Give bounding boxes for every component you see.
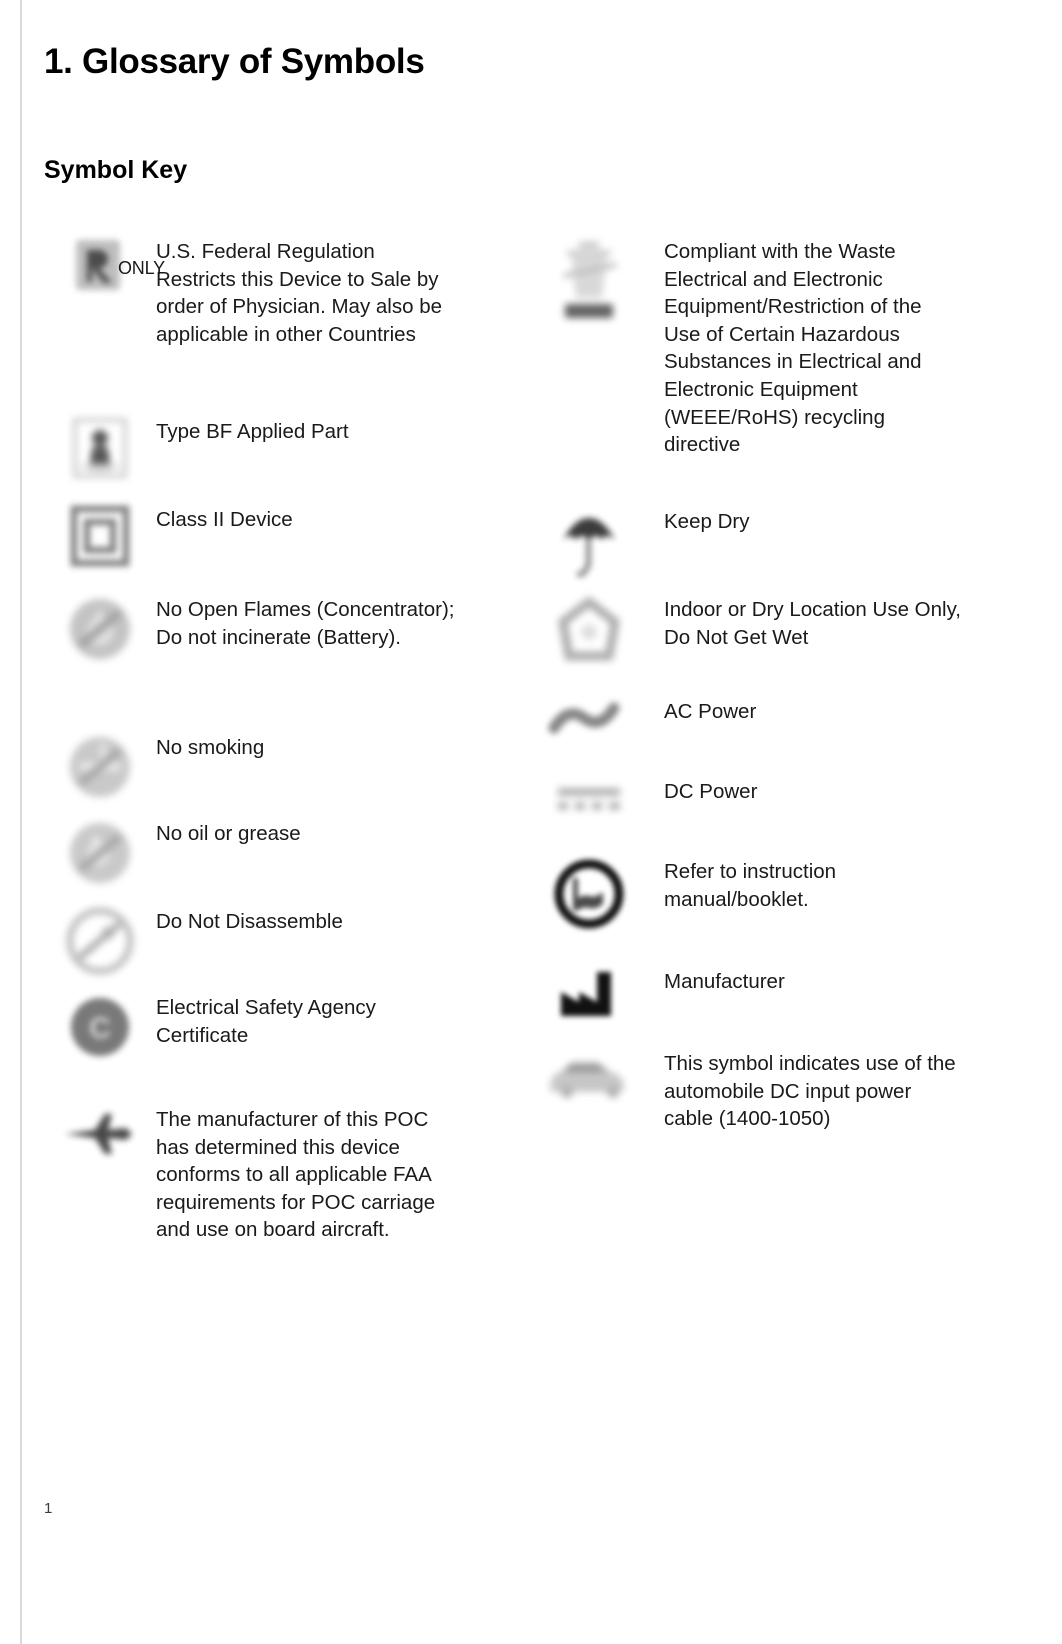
page-title: 1. Glossary of Symbols	[44, 42, 425, 81]
symbol-graphic-cell	[514, 236, 664, 336]
symbol-graphic-cell	[44, 818, 156, 888]
symbol-graphic-cell: ONLY	[44, 236, 165, 298]
symbol-description: Refer to instruction manual/booklet.	[664, 860, 837, 911]
symbol-entry-rx-only: ONLY U.S. Federal Regulation Restricts t…	[44, 236, 456, 348]
symbol-graphic-cell	[514, 594, 664, 666]
symbol-description: DC Power	[664, 780, 758, 803]
symbol-entry-no-oil-or-grease: No oil or grease	[44, 818, 301, 888]
indoor-dry-location-icon	[558, 596, 620, 661]
symbol-entry-indoor-dry-location: Indoor or Dry Location Use Only, Do Not …	[514, 594, 964, 666]
symbol-entry-no-smoking: No smoking	[44, 732, 264, 802]
symbol-entry-do-not-disassemble: Do Not Disassemble	[44, 906, 343, 976]
airplane-faa-icon	[65, 1114, 132, 1154]
symbol-description: No Open Flames (Concentrator); Do not in…	[156, 598, 455, 649]
symbol-description: AC Power	[664, 700, 757, 723]
symbol-graphic-cell: C	[44, 992, 156, 1062]
manufacturer-factory-icon	[561, 972, 611, 1016]
symbol-graphic-cell	[44, 594, 156, 664]
symbol-entry-class-ii: Class II Device	[44, 504, 293, 570]
symbol-description: The manufacturer of this POC has determi…	[156, 1108, 436, 1242]
refer-to-instruction-manual-icon	[554, 859, 624, 929]
no-open-flames-icon	[70, 599, 130, 659]
electrical-safety-agency-certificate-icon: C	[71, 998, 129, 1056]
symbol-entry-faa-airplane: The manufacturer of this POC has determi…	[44, 1104, 456, 1244]
section-heading: Symbol Key	[44, 156, 188, 184]
class-ii-device-icon	[70, 505, 130, 567]
page-number: 1	[44, 1500, 53, 1517]
do-not-disassemble-icon	[66, 907, 134, 975]
symbol-graphic-cell	[44, 732, 156, 802]
symbol-entry-no-open-flames: No Open Flames (Concentrator); Do not in…	[44, 594, 456, 664]
symbol-description: Type BF Applied Part	[156, 420, 349, 443]
symbol-entry-dc-power: DC Power	[514, 776, 757, 820]
symbol-description: Keep Dry	[664, 510, 750, 533]
automobile-dc-input-icon	[549, 1062, 625, 1098]
symbol-graphic-cell	[514, 506, 664, 582]
symbol-description: Do Not Disassemble	[156, 910, 343, 933]
symbol-graphic-cell	[44, 416, 156, 482]
symbol-graphic-cell	[44, 906, 156, 976]
keep-dry-umbrella-icon	[563, 518, 615, 577]
symbol-entry-type-bf: Type BF Applied Part	[44, 416, 349, 482]
symbol-entry-ac-power: AC Power	[514, 696, 756, 744]
symbol-entry-weee-rohs: Compliant with the Waste Electrical and …	[514, 236, 936, 459]
symbol-description: Class II Device	[156, 508, 293, 531]
symbol-graphic-cell	[44, 504, 156, 570]
weee-crossed-out-bin-icon	[563, 242, 618, 318]
symbol-graphic-cell	[514, 776, 664, 820]
symbol-description: This symbol indicates use of the automob…	[664, 1052, 956, 1131]
symbol-graphic-cell	[514, 856, 664, 932]
dc-power-icon	[558, 788, 620, 810]
symbol-entry-manufacturer: Manufacturer	[514, 966, 785, 1024]
symbol-graphic-cell	[514, 696, 664, 744]
symbol-entry-keep-dry: Keep Dry	[514, 506, 749, 582]
type-bf-applied-part-icon	[73, 418, 127, 478]
page-left-rule	[20, 0, 22, 1644]
symbol-graphic-cell	[514, 966, 664, 1024]
symbol-entry-electrical-safety-certificate: C Electrical Safety Agency Certificate	[44, 992, 456, 1062]
symbol-description: U.S. Federal Regulation Restricts this D…	[156, 240, 442, 346]
symbol-description: No smoking	[156, 736, 265, 759]
symbol-graphic-cell	[514, 1048, 664, 1102]
document-page: 1. Glossary of Symbols Symbol Key ONLY U…	[0, 0, 1062, 1644]
symbol-entry-refer-to-manual: Refer to instruction manual/booklet.	[514, 856, 964, 932]
ac-power-icon	[548, 702, 620, 734]
symbol-description: Electrical Safety Agency Certificate	[156, 996, 376, 1047]
svg-text:C: C	[89, 1012, 111, 1045]
no-oil-or-grease-icon	[70, 823, 130, 883]
rx-only-badge: ONLY	[118, 258, 165, 278]
symbol-entry-automobile-dc-input: This symbol indicates use of the automob…	[514, 1048, 964, 1133]
symbol-description: Compliant with the Waste Electrical and …	[664, 240, 922, 457]
symbol-graphic-cell	[44, 1104, 156, 1168]
symbol-description: No oil or grease	[156, 822, 301, 845]
symbol-description: Manufacturer	[664, 970, 785, 993]
symbol-description: Indoor or Dry Location Use Only, Do Not …	[664, 598, 961, 649]
no-smoking-icon	[70, 737, 130, 797]
page-header-block: 1. Glossary of Symbols Symbol Key	[44, 0, 1004, 185]
